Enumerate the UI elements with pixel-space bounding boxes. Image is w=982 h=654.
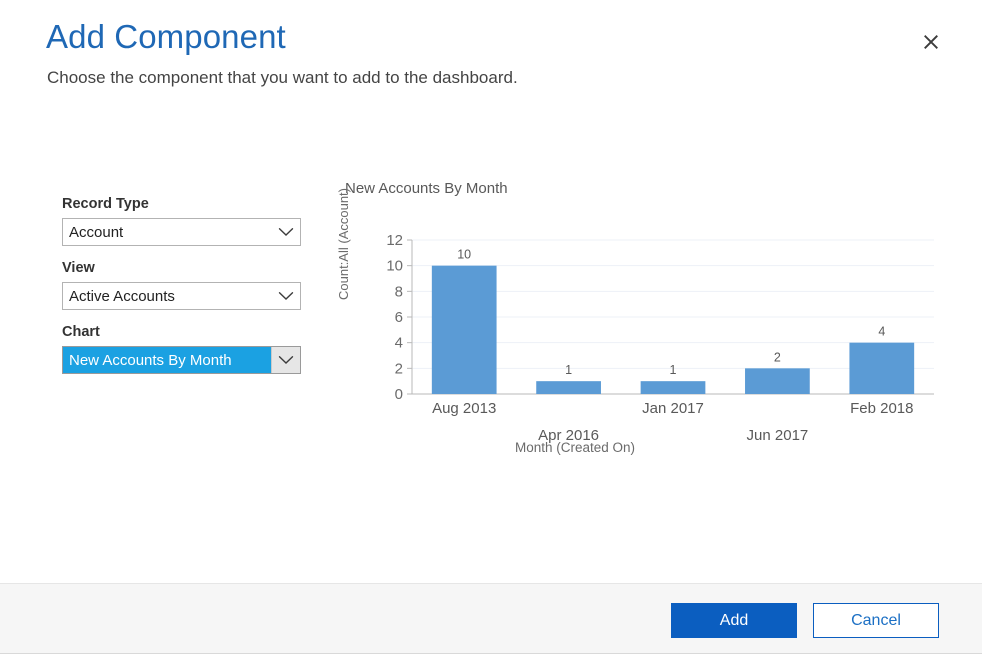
dialog-body: Record Type Account View Active Accounts xyxy=(0,120,982,583)
chart-preview: New Accounts By Month Count:All (Account… xyxy=(340,180,940,540)
field-chart: Chart New Accounts By Month xyxy=(62,323,307,374)
field-view: View Active Accounts xyxy=(62,259,307,310)
svg-text:12: 12 xyxy=(386,232,403,249)
svg-text:10: 10 xyxy=(457,248,471,262)
svg-text:Jun 2017: Jun 2017 xyxy=(747,427,809,444)
chart-title: New Accounts By Month xyxy=(345,180,508,197)
dialog-header: Add Component Choose the component that … xyxy=(0,0,982,120)
add-button[interactable]: Add xyxy=(671,603,797,638)
field-record-type: Record Type Account xyxy=(62,195,307,246)
view-value: Active Accounts xyxy=(63,283,272,309)
chart-select[interactable]: New Accounts By Month xyxy=(62,346,301,374)
record-type-value: Account xyxy=(63,219,272,245)
svg-text:2: 2 xyxy=(774,350,781,364)
page-subtitle: Choose the component that you want to ad… xyxy=(47,68,518,88)
svg-text:8: 8 xyxy=(395,283,403,300)
page-title: Add Component xyxy=(46,18,286,56)
svg-text:1: 1 xyxy=(565,363,572,377)
record-type-label: Record Type xyxy=(62,195,307,213)
svg-text:2: 2 xyxy=(395,360,403,377)
footer-actions: Add Cancel xyxy=(671,603,939,638)
cancel-button[interactable]: Cancel xyxy=(813,603,939,638)
svg-text:Feb 2018: Feb 2018 xyxy=(850,400,913,417)
view-select[interactable]: Active Accounts xyxy=(62,282,301,310)
component-form: Record Type Account View Active Accounts xyxy=(62,195,307,387)
chevron-down-icon xyxy=(272,219,300,245)
svg-text:4: 4 xyxy=(395,335,403,352)
svg-text:4: 4 xyxy=(878,325,885,339)
svg-text:1: 1 xyxy=(670,363,677,377)
chart-label: Chart xyxy=(62,323,307,341)
svg-text:10: 10 xyxy=(386,258,403,275)
chevron-down-icon xyxy=(272,283,300,309)
chart-value: New Accounts By Month xyxy=(63,347,271,373)
view-label: View xyxy=(62,259,307,277)
chart-plot-area: 02468101210Aug 20131Apr 20161Jan 20172Ju… xyxy=(362,228,940,448)
svg-text:Aug 2013: Aug 2013 xyxy=(432,400,496,417)
svg-text:Jan 2017: Jan 2017 xyxy=(642,400,704,417)
chevron-down-icon xyxy=(271,347,300,373)
chart-y-axis-title: Count:All (Account) xyxy=(336,280,351,300)
close-button[interactable] xyxy=(916,27,946,57)
close-icon xyxy=(923,34,939,50)
dialog-footer: Add Cancel xyxy=(0,583,982,654)
svg-text:0: 0 xyxy=(395,386,403,403)
bar-chart: 02468101210Aug 20131Apr 20161Jan 20172Ju… xyxy=(362,228,940,448)
chart-x-axis-title: Month (Created On) xyxy=(515,440,635,455)
svg-text:6: 6 xyxy=(395,309,403,326)
record-type-select[interactable]: Account xyxy=(62,218,301,246)
